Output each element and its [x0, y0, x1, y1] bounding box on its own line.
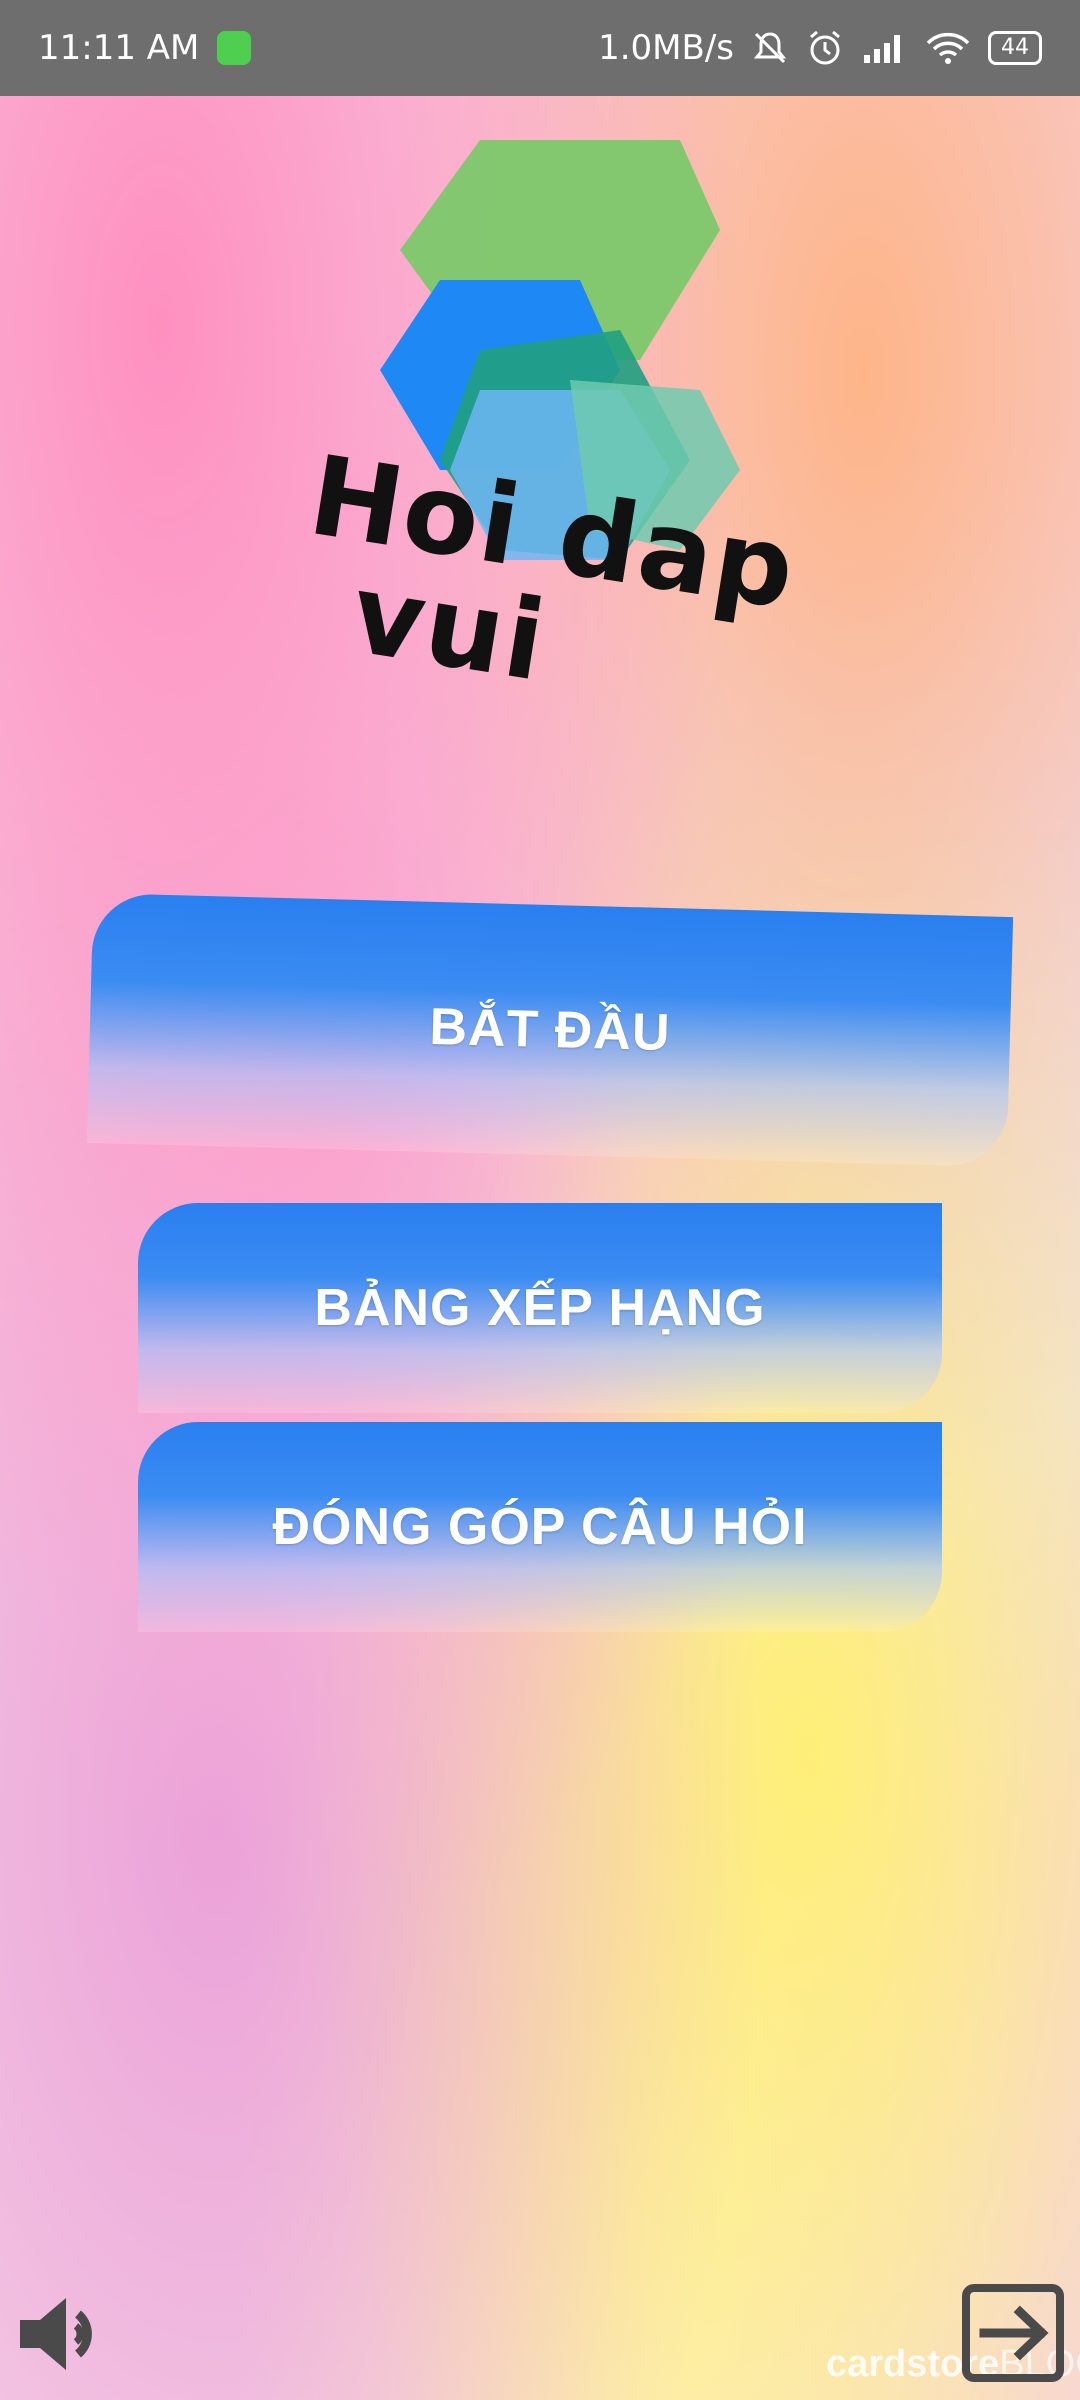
signal-icon: [864, 35, 900, 63]
exit-button[interactable]: [962, 2284, 1066, 2382]
wifi-icon: [926, 32, 970, 64]
app-notification-icon: [217, 31, 252, 65]
exit-icon: [962, 2284, 1064, 2382]
sound-toggle-button[interactable]: [14, 2282, 118, 2386]
contribute-question-button[interactable]: ĐÓNG GÓP CÂU HỎI: [138, 1422, 942, 1632]
speaker-icon: [20, 2298, 92, 2370]
status-bar: 11:11 AM 1.0MB/s 44: [0, 0, 1080, 96]
leaderboard-button[interactable]: BẢNG XẾP HẠNG: [138, 1203, 942, 1413]
battery-icon: 44: [988, 31, 1042, 65]
mute-icon: [753, 32, 787, 64]
status-time: 11:11 AM: [38, 28, 200, 68]
alarm-icon: [810, 30, 840, 65]
start-button[interactable]: BẮT ĐẦU: [86, 893, 1014, 1167]
network-speed: 1.0MB/s: [598, 28, 734, 68]
